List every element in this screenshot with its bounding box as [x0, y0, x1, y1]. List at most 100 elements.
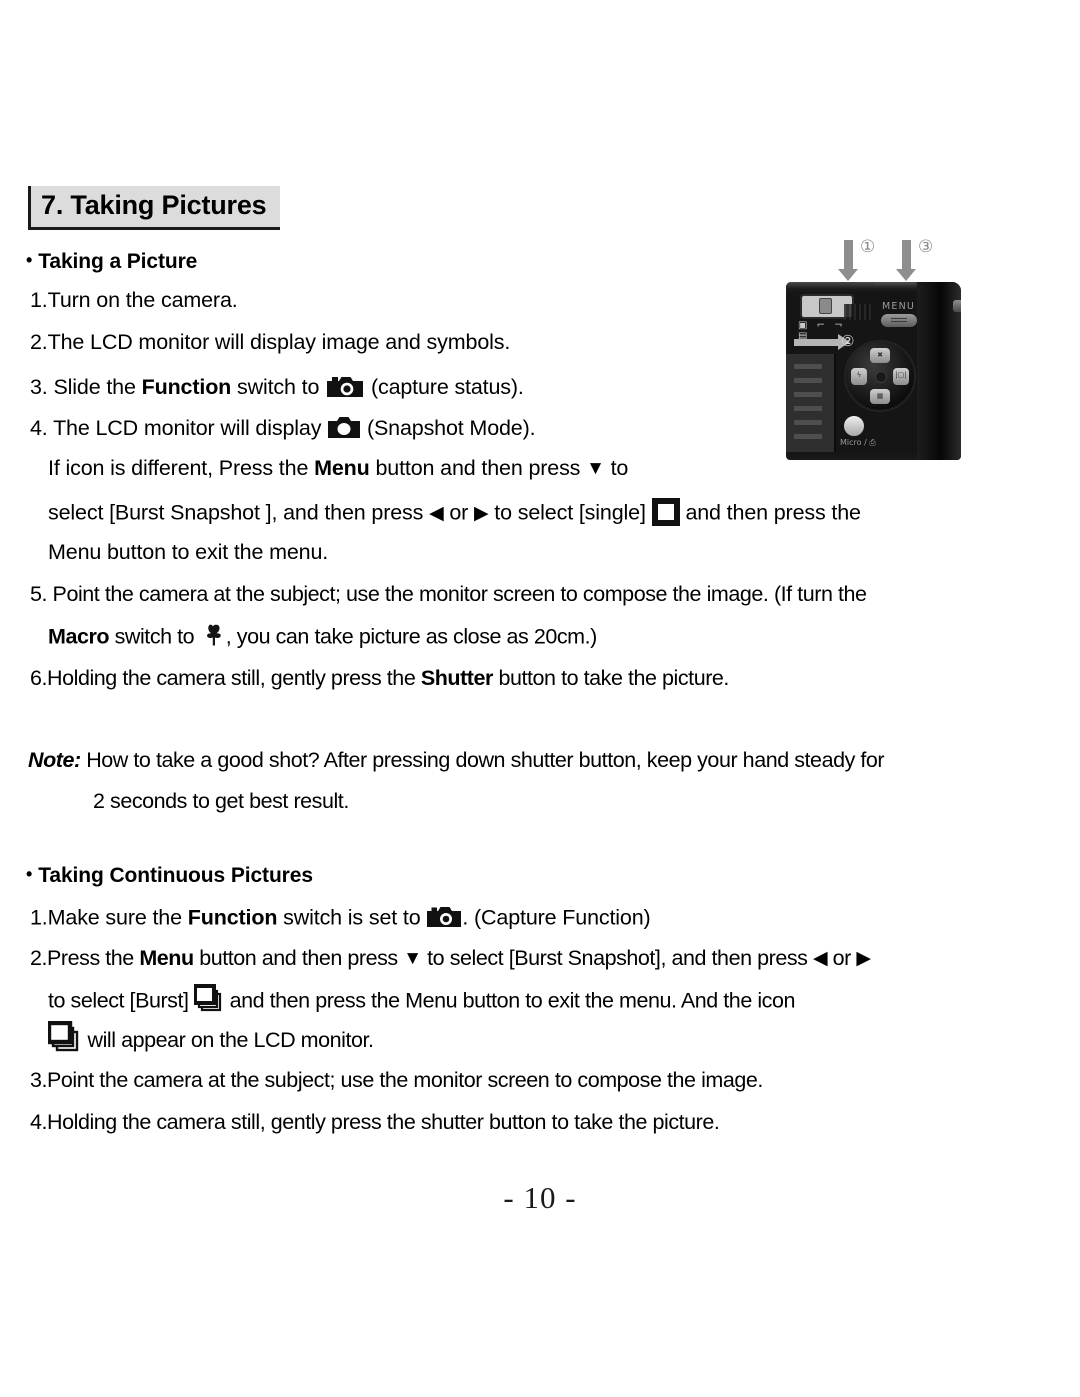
manual-page: 7. Taking Pictures ① ③ ▣ ⌐ ¬ ▤ ② MENU ✖ …	[0, 0, 1080, 1397]
step-3-slide-function-switch: 3. Slide the Function switch to (capture…	[30, 375, 524, 402]
step-5-line1-text: 5. Point the camera at the subject; use …	[30, 582, 867, 606]
step-5-line2-c: , you can take picture as close as 20cm.…	[225, 624, 598, 649]
macro-flower-icon	[200, 623, 226, 647]
continuous-step-1: 1.Make sure the Function switch is set t…	[30, 906, 651, 932]
continuous-step-1-a: 1.Make sure the	[30, 905, 188, 930]
dpad-left-button: ϟ	[851, 368, 867, 385]
step-5-line2-b: switch to	[109, 624, 195, 649]
micro-delete-label: Micro / ⎙	[840, 438, 876, 447]
continuous-step-1-function-bold: Function	[187, 905, 278, 930]
page-title: 7. Taking Pictures	[28, 186, 281, 230]
callout-number-2: ②	[841, 332, 855, 350]
step-4-line3-c: to select [single]	[488, 500, 646, 525]
callout-arrow-2	[794, 334, 850, 350]
heading-continuous-label: Taking Continuous Pictures	[38, 864, 313, 887]
step-3-text-c: switch to	[231, 375, 320, 400]
step-4-line3-d: and then press the	[685, 500, 861, 525]
continuous-step-3-text: 3.Point the camera at the subject; use t…	[30, 1068, 763, 1092]
page-number: - 10 -	[503, 1180, 577, 1215]
step-4-line4: Menu button to exit the menu.	[48, 540, 329, 564]
left-triangle-icon: ◀	[429, 502, 444, 524]
continuous-step-1-d: . (Capture Function)	[462, 905, 651, 930]
bullet-icon-2: •	[26, 863, 33, 884]
step-4-text-a: 4. The LCD monitor will display	[30, 416, 322, 441]
continuous-step-2-c: button and then press	[193, 946, 404, 970]
heading-taking-a-picture: • Taking a Picture	[26, 250, 197, 274]
left-triangle-icon-2: ◀	[812, 948, 828, 969]
note-label: Note:	[28, 748, 81, 772]
step-4-lcd-snapshot-mode: 4. The LCD monitor will display (Snapsho…	[30, 416, 536, 442]
continuous-step-1-c: switch is set to	[277, 905, 421, 930]
right-triangle-icon-2: ▶	[856, 948, 871, 969]
continuous-step-2-line3: will appear on the LCD monitor.	[46, 1020, 374, 1057]
step-4-line2-c: button and then press	[369, 456, 587, 480]
callout-number-3: ③	[918, 237, 934, 257]
step-4-line2-a: If icon is different, Press the	[48, 456, 315, 480]
step-5-line2: Macro switch to , you can take picture a…	[48, 623, 598, 650]
step-4-text-d: (Snapshot Mode).	[366, 416, 536, 441]
single-frame-icon	[651, 498, 680, 526]
step-3-function-bold: Function	[141, 375, 232, 400]
step-6-hold-still: 6.Holding the camera still, gently press…	[30, 666, 729, 690]
menu-button-label: MENU	[882, 301, 916, 312]
heading-taking-continuous-pictures: • Taking Continuous Pictures	[26, 864, 313, 888]
four-way-pad: ✖ ϟ |▢| ▦	[844, 340, 916, 412]
camera-capture-function-icon	[426, 903, 462, 929]
continuous-step-4-text: 4.Holding the camera still, gently press…	[30, 1110, 720, 1134]
function-switch-knob	[819, 298, 832, 314]
continuous-step-3: 3.Point the camera at the subject; use t…	[30, 1068, 763, 1092]
step-1-text: 1.Turn on the camera.	[30, 288, 238, 312]
continuous-step-2-line1: 2.Press the Menu button and then press ▼…	[30, 946, 871, 970]
continuous-step-4: 4.Holding the camera still, gently press…	[30, 1110, 720, 1134]
camera-body: ▣ ⌐ ¬ ▤ ② MENU ✖ ϟ |▢| ▦ Micro / ⎙	[786, 282, 961, 460]
callout-number-1: ①	[860, 237, 876, 257]
menu-button	[881, 314, 917, 327]
continuous-step-2-d: to select [Burst Snapshot], and then pre…	[421, 946, 813, 970]
step-4-line2-d: to	[604, 456, 629, 480]
continuous-step-2-a: 2.Press the	[30, 946, 140, 970]
step-4-line4-text: Menu button to exit the menu.	[48, 540, 329, 564]
continuous-step-2-menu-bold: Menu	[139, 946, 194, 970]
step-6-text-a: 6.Holding the camera still, gently press…	[30, 666, 421, 690]
step-4-line3-a: select [Burst Snapshot ], and then press	[48, 500, 430, 525]
camera-capture-status-icon	[325, 372, 365, 399]
step-2-lcd-display: 2.The LCD monitor will display image and…	[30, 330, 511, 354]
down-triangle-icon: ▼	[586, 458, 605, 479]
step-3-text-a: 3. Slide the	[30, 375, 142, 400]
step-6-text-c: button to take the picture.	[492, 666, 729, 690]
camera-back-photo: ① ③ ▣ ⌐ ¬ ▤ ② MENU ✖ ϟ |▢| ▦ Micro / ⎙	[784, 236, 982, 466]
micro-delete-button	[842, 414, 866, 438]
continuous-step-2-e: or	[827, 946, 857, 970]
step-1-turn-on-camera: 1.Turn on the camera.	[30, 288, 238, 312]
dpad-up-button: ✖	[870, 348, 890, 363]
dpad-center	[875, 371, 887, 383]
callout-arrows: ① ③	[784, 236, 982, 281]
lcd-monitor	[786, 354, 836, 452]
step-4-line3: select [Burst Snapshot ], and then press…	[48, 498, 861, 528]
continuous-step-2-line3-text: will appear on the LCD monitor.	[87, 1028, 374, 1053]
strap-lug	[953, 300, 961, 312]
dpad-right-button: |▢|	[893, 368, 909, 385]
bullet-icon: •	[26, 249, 33, 270]
continuous-step-2-line2-b: and then press the Menu button to exit t…	[229, 988, 796, 1013]
note-line1-text: How to take a good shot? After pressing …	[80, 748, 885, 772]
note-line1: Note: How to take a good shot? After pre…	[28, 748, 885, 772]
right-triangle-icon: ▶	[474, 502, 489, 524]
speaker-grill	[844, 304, 872, 320]
callout-arrow-1	[838, 240, 858, 281]
step-4-line3-b: or	[443, 500, 475, 525]
step-4-line2: If icon is different, Press the Menu but…	[48, 456, 629, 480]
continuous-step-2-line2: to select [Burst] and then press the Men…	[48, 984, 796, 1016]
shutter-button	[874, 282, 914, 285]
step-6-shutter-bold: Shutter	[420, 666, 494, 690]
step-4-menu-bold: Menu	[314, 456, 370, 480]
down-triangle-icon-2: ▼	[403, 948, 422, 969]
burst-mode-icon	[193, 984, 224, 1012]
section-title-container: 7. Taking Pictures	[28, 186, 281, 230]
step-3-text-d: (capture status).	[370, 375, 524, 400]
note-line2: 2 seconds to get best result.	[93, 790, 349, 813]
burst-mode-icon-2	[46, 1020, 82, 1052]
heading-taking-a-picture-label: Taking a Picture	[38, 250, 198, 273]
step-2-text: 2.The LCD monitor will display image and…	[30, 330, 511, 354]
callout-arrow-3	[896, 240, 916, 281]
